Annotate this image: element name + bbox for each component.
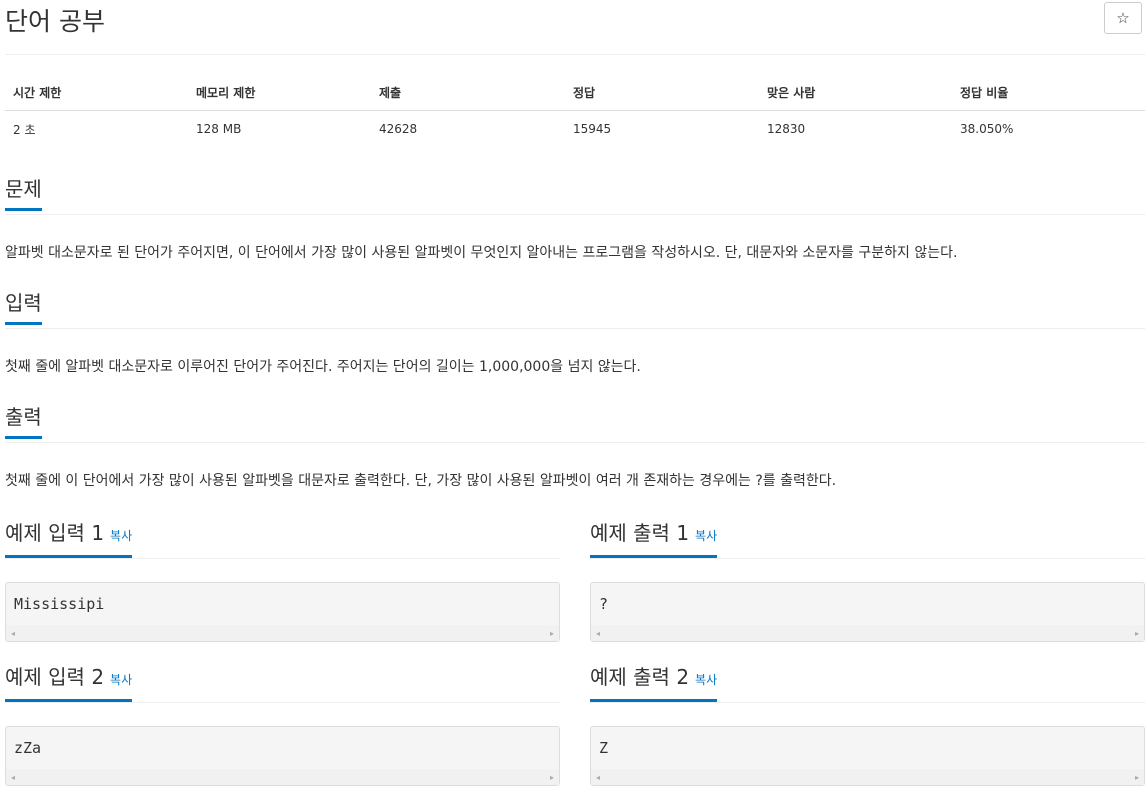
sample-output-2: 예제 출력 2 복사 Z ◂ ▸: [590, 664, 1145, 786]
input-heading: 입력: [5, 290, 42, 325]
page-title: 단어 공부: [5, 7, 105, 36]
sample-input-1-code: Mississipi: [14, 595, 105, 613]
sample-input-2-box[interactable]: zZa ◂ ▸: [5, 726, 560, 786]
favorite-star-button[interactable]: ☆: [1104, 2, 1142, 34]
submissions-value: 42628: [379, 122, 418, 136]
scroll-right-icon[interactable]: ▸: [1135, 773, 1139, 782]
sample-output-1-heading: 예제 출력 1: [590, 521, 690, 545]
horizontal-scrollbar[interactable]: ◂ ▸: [6, 625, 559, 641]
horizontal-scrollbar[interactable]: ◂ ▸: [591, 625, 1144, 641]
accepted-header: 정답: [565, 74, 759, 111]
description-text: 알파벳 대소문자로 된 단어가 주어지면, 이 단어에서 가장 많이 사용된 알…: [5, 245, 958, 261]
sample-output-2-code: Z: [599, 739, 609, 757]
copy-sample-input-1-button[interactable]: 복사: [110, 529, 132, 543]
info-header-row: 시간 제한 메모리 제한 제출 정답 맞은 사람 정답 비율: [5, 74, 1145, 111]
scroll-right-icon[interactable]: ▸: [550, 773, 554, 782]
sample-input-2-heading: 예제 입력 2: [5, 665, 105, 689]
sample-output-2-heading: 예제 출력 2: [590, 665, 690, 689]
scroll-left-icon[interactable]: ◂: [596, 773, 600, 782]
output-heading: 출력: [5, 404, 42, 439]
output-text: 첫째 줄에 이 단어에서 가장 많이 사용된 알파벳을 대문자로 출력한다. 단…: [5, 473, 837, 489]
copy-sample-input-2-button[interactable]: 복사: [110, 673, 132, 687]
solvers-header: 맞은 사람: [759, 74, 952, 111]
sample-input-1: 예제 입력 1 복사 Mississipi ◂ ▸: [5, 520, 560, 642]
horizontal-scrollbar[interactable]: ◂ ▸: [6, 769, 559, 785]
description-section: 문제 알파벳 대소문자로 된 단어가 주어지면, 이 단어에서 가장 많이 사용…: [5, 176, 1145, 263]
sample-input-2-code: zZa: [14, 739, 42, 757]
scroll-left-icon[interactable]: ◂: [11, 629, 15, 638]
solvers-value: 12830: [767, 122, 806, 136]
scroll-left-icon[interactable]: ◂: [11, 773, 15, 782]
sample-input-2: 예제 입력 2 복사 zZa ◂ ▸: [5, 664, 560, 786]
info-value-row: 2 초 128 MB 42628 15945 12830 38.050%: [5, 111, 1145, 148]
horizontal-scrollbar[interactable]: ◂ ▸: [591, 769, 1144, 785]
input-section: 입력 첫째 줄에 알파벳 대소문자로 이루어진 단어가 주어진다. 주어지는 단…: [5, 290, 1145, 377]
sample-output-1-code: ?: [599, 595, 609, 613]
sample-output-1: 예제 출력 1 복사 ? ◂ ▸: [590, 520, 1145, 642]
sample-output-1-box[interactable]: ? ◂ ▸: [590, 582, 1145, 642]
problem-info-table: 시간 제한 메모리 제한 제출 정답 맞은 사람 정답 비율 2 초 128 M…: [5, 74, 1145, 147]
memory-limit-header: 메모리 제한: [188, 74, 371, 111]
ratio-value: 38.050%: [960, 122, 1014, 136]
copy-sample-output-1-button[interactable]: 복사: [695, 529, 717, 543]
time-limit-header: 시간 제한: [5, 74, 188, 111]
time-limit-value: 2 초: [13, 122, 36, 137]
submissions-header: 제출: [371, 74, 565, 111]
ratio-header: 정답 비율: [952, 74, 1145, 111]
input-text: 첫째 줄에 알파벳 대소문자로 이루어진 단어가 주어진다. 주어지는 단어의 …: [5, 359, 641, 375]
scroll-right-icon[interactable]: ▸: [1135, 629, 1139, 638]
scroll-left-icon[interactable]: ◂: [596, 629, 600, 638]
scroll-right-icon[interactable]: ▸: [550, 629, 554, 638]
output-section: 출력 첫째 줄에 이 단어에서 가장 많이 사용된 알파벳을 대문자로 출력한다…: [5, 404, 1145, 491]
description-heading: 문제: [5, 176, 42, 211]
sample-input-1-heading: 예제 입력 1: [5, 521, 105, 545]
accepted-value: 15945: [573, 122, 612, 136]
sample-output-2-box[interactable]: Z ◂ ▸: [590, 726, 1145, 786]
copy-sample-output-2-button[interactable]: 복사: [695, 673, 717, 687]
title-divider: [5, 54, 1145, 55]
memory-limit-value: 128 MB: [196, 122, 242, 136]
sample-input-1-box[interactable]: Mississipi ◂ ▸: [5, 582, 560, 642]
